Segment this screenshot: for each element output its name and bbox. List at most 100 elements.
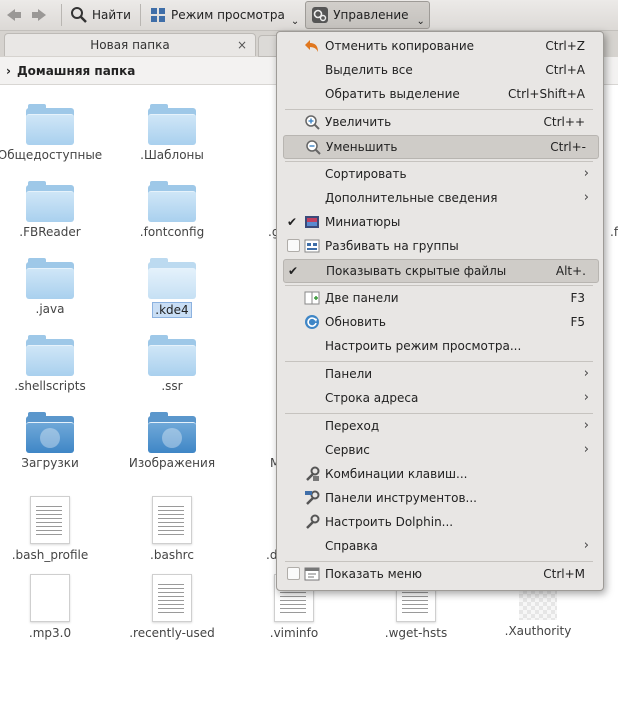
- menu-item-toolbars[interactable]: Панели инструментов...: [283, 487, 597, 509]
- menu-item-invert-selection[interactable]: Обратить выделение Ctrl+Shift+A: [283, 83, 597, 105]
- file-name: .kde4: [152, 302, 192, 318]
- file-item[interactable]: .ssr: [113, 335, 231, 393]
- chevron-right-icon: ›: [583, 166, 589, 181]
- menu-item-sort[interactable]: Сортировать ›: [283, 163, 597, 185]
- file-item[interactable]: Общедоступные: [0, 104, 109, 162]
- file-item[interactable]: .bashrc: [113, 496, 231, 562]
- menu-shortcut: Ctrl+-: [550, 140, 586, 154]
- file-item[interactable]: .Шаблоны: [113, 104, 231, 162]
- menu-item-view-settings[interactable]: Настроить режим просмотра...: [283, 335, 597, 357]
- search-icon: [69, 5, 89, 25]
- menu-separator: [285, 361, 593, 362]
- menu-shortcut: F3: [570, 291, 585, 305]
- close-icon[interactable]: ×: [237, 34, 247, 56]
- text-file-icon: [152, 496, 192, 544]
- menu-label: Обновить: [325, 315, 386, 329]
- text-file-icon: [30, 496, 70, 544]
- file-name: .shellscripts: [14, 379, 86, 393]
- menu-item-hidden-files[interactable]: ✔ Показывать скрытые файлы Alt+.: [283, 259, 599, 283]
- menu-item-groups[interactable]: Разбивать на группы: [283, 235, 597, 257]
- menu-item-go[interactable]: Переход ›: [283, 415, 597, 437]
- chevron-right-icon: ›: [583, 190, 589, 205]
- file-item[interactable]: .mp3.0: [0, 574, 109, 640]
- file-item[interactable]: .shellscripts: [0, 335, 109, 393]
- chevron-right-icon[interactable]: ›: [6, 64, 11, 78]
- find-button[interactable]: Найти: [65, 2, 135, 28]
- preview-icon: [304, 214, 320, 230]
- breadcrumb-home[interactable]: Домашняя папка: [17, 64, 135, 78]
- file-item-selected[interactable]: .kde4: [113, 258, 231, 318]
- tab-new-folder[interactable]: Новая папка ×: [4, 33, 256, 56]
- folder-icon: [148, 181, 196, 222]
- file-item[interactable]: .fontconfig: [113, 181, 231, 239]
- menu-label: Отменить копирование: [325, 39, 475, 53]
- menu-item-zoom-in[interactable]: Увеличить Ctrl++: [283, 111, 597, 133]
- menu-separator: [285, 161, 593, 162]
- menu-item-configure[interactable]: Настроить Dolphin...: [283, 511, 597, 533]
- menu-label: Сервис: [325, 443, 370, 457]
- menu-label: Миниатюры: [325, 215, 401, 229]
- control-label: Управление: [333, 8, 409, 22]
- file-item[interactable]: .java: [0, 258, 109, 316]
- refresh-icon: [304, 314, 320, 330]
- menu-item-select-all[interactable]: Выделить все Ctrl+A: [283, 59, 597, 81]
- menu-item-shortcuts[interactable]: Комбинации клавиш...: [283, 463, 597, 485]
- checkmark-icon[interactable]: ✔: [287, 216, 299, 228]
- keyboard-shortcuts-icon: [304, 466, 320, 482]
- file-name: .wget-hsts: [384, 626, 448, 640]
- menu-label: Строка адреса: [325, 391, 419, 405]
- menu-shortcut: Alt+.: [555, 264, 586, 278]
- folder-icon: [26, 258, 74, 299]
- file-name: Загрузки: [21, 456, 79, 470]
- menu-label: Разбивать на группы: [325, 239, 459, 253]
- menu-label: Показывать скрытые файлы: [326, 264, 507, 278]
- menu-label: Обратить выделение: [325, 87, 460, 101]
- file-item[interactable]: .FBReader: [0, 181, 109, 239]
- view-mode-label: Режим просмотра: [170, 8, 285, 22]
- checkbox[interactable]: [287, 567, 300, 580]
- arrow-left-icon: [4, 5, 24, 25]
- file-name: .Xauthority: [504, 624, 572, 638]
- split-view-icon: [304, 290, 320, 306]
- menu-item-undo[interactable]: Отменить копирование Ctrl+Z: [283, 35, 597, 57]
- file-name: Изображения: [128, 456, 216, 470]
- menu-label: Справка: [325, 539, 378, 553]
- menu-shortcut: Ctrl+Shift+A: [508, 87, 585, 101]
- file-item[interactable]: Изображения: [113, 412, 231, 470]
- text-file-icon: [152, 574, 192, 622]
- chevron-right-icon: ›: [583, 366, 589, 381]
- menu-item-panels[interactable]: Панели ›: [283, 363, 597, 385]
- view-mode-button[interactable]: Режим просмотра ⌄: [144, 2, 303, 28]
- group-icon: [304, 238, 320, 254]
- file-item[interactable]: .recently-used: [113, 574, 231, 640]
- menu-item-reload[interactable]: Обновить F5: [283, 311, 597, 333]
- file-item[interactable]: .bash_profile: [0, 496, 109, 562]
- menu-item-tools[interactable]: Сервис ›: [283, 439, 597, 461]
- folder-icon: [26, 104, 74, 145]
- view-icons-icon: [148, 5, 168, 25]
- control-menu: Отменить копирование Ctrl+Z Выделить все…: [276, 31, 604, 591]
- menu-item-show-menu[interactable]: Показать меню Ctrl+M: [283, 563, 597, 585]
- menu-item-location-bar[interactable]: Строка адреса ›: [283, 387, 597, 409]
- menu-label: Уменьшить: [326, 140, 398, 154]
- menu-label: Дополнительные сведения: [325, 191, 498, 205]
- menu-label: Сортировать: [325, 167, 407, 181]
- chevron-right-icon: ›: [583, 538, 589, 553]
- chevron-down-icon: ⌄: [416, 15, 425, 27]
- menu-label: Переход: [325, 419, 380, 433]
- control-button[interactable]: Управление ⌄: [305, 1, 430, 29]
- menu-item-zoom-out[interactable]: Уменьшить Ctrl+-: [283, 135, 599, 159]
- file-name: .mp3.0: [28, 626, 72, 640]
- forward-button[interactable]: [25, 2, 56, 28]
- checkmark-icon[interactable]: ✔: [288, 265, 300, 277]
- menu-label: Настроить Dolphin...: [325, 515, 454, 529]
- menu-label: Увеличить: [325, 115, 392, 129]
- menu-item-split[interactable]: Две панели F3: [283, 287, 597, 309]
- menu-item-details[interactable]: Дополнительные сведения ›: [283, 187, 597, 209]
- file-name: .java: [35, 302, 65, 316]
- checkbox[interactable]: [287, 239, 300, 252]
- file-item[interactable]: Загрузки: [0, 412, 109, 470]
- menu-item-previews[interactable]: ✔ Миниатюры: [283, 211, 597, 233]
- menu-item-help[interactable]: Справка ›: [283, 535, 597, 557]
- chevron-right-icon: ›: [583, 442, 589, 457]
